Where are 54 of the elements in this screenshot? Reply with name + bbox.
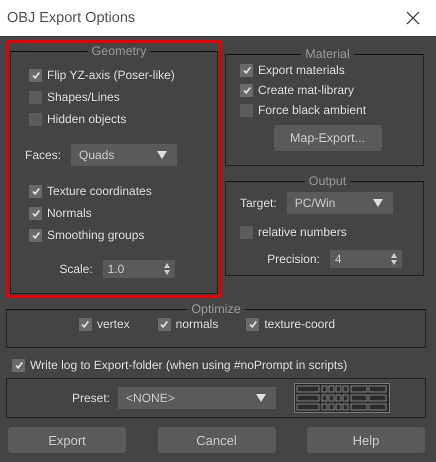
checkbox-label: relative numbers xyxy=(258,225,347,239)
dropdown[interactable]: <NONE> xyxy=(118,387,276,409)
checkbox-label: vertex xyxy=(96,317,130,331)
checkbox[interactable] xyxy=(240,64,253,76)
checkbox[interactable] xyxy=(158,318,171,330)
dialog-button[interactable]: Help xyxy=(307,427,425,453)
checkbox-label: Write log to Export-folder (when using #noPrompt in scripts) xyxy=(30,358,348,372)
group-title: Output xyxy=(308,174,348,188)
group-title: Geometry xyxy=(90,44,148,58)
spinner-field[interactable]: 1.0 xyxy=(102,260,175,278)
group-title: Optimize xyxy=(190,302,242,316)
checkbox[interactable] xyxy=(29,206,42,220)
checkbox-label: Create mat-library xyxy=(258,83,354,97)
field-label: Target: xyxy=(240,196,277,210)
dropdown[interactable]: Quads xyxy=(71,144,178,166)
caret-icon xyxy=(372,199,383,207)
checkbox[interactable] xyxy=(29,90,42,104)
checkbox[interactable] xyxy=(12,358,25,372)
checkbox[interactable] xyxy=(29,228,42,242)
checkbox-label: Hidden objects xyxy=(47,112,126,126)
checkbox-label: normals xyxy=(176,317,218,331)
field-label: Precision: xyxy=(267,252,320,266)
preset-grid-icon[interactable] xyxy=(294,383,390,413)
checkbox-label: Texture coordinates xyxy=(47,184,152,198)
caret-icon xyxy=(256,394,266,402)
checkbox[interactable] xyxy=(240,226,253,238)
caret-icon xyxy=(157,151,168,159)
field-label: Preset: xyxy=(72,391,110,405)
dialog-button[interactable]: Cancel xyxy=(158,427,276,453)
dropdown[interactable]: PC/Win xyxy=(286,192,393,214)
checkbox-label: Shapes/Lines xyxy=(47,90,120,104)
dialog-button[interactable]: Export xyxy=(8,427,126,453)
spinner-arrows-icon xyxy=(164,263,170,275)
window-title: OBJ Export Options xyxy=(7,10,136,26)
checkbox-label: Smoothing groups xyxy=(47,228,144,242)
checkbox-label: Normals xyxy=(47,206,92,220)
checkbox-label: Flip YZ-axis (Poser-like) xyxy=(47,68,175,82)
checkbox[interactable] xyxy=(29,184,42,198)
checkbox-label: Export materials xyxy=(258,63,345,77)
spinner-field[interactable]: 4 xyxy=(330,250,402,268)
checkbox[interactable] xyxy=(78,318,92,330)
checkbox[interactable] xyxy=(29,68,42,82)
field-label: Faces: xyxy=(25,148,62,162)
checkbox[interactable] xyxy=(29,112,42,126)
field-label: Scale: xyxy=(59,262,93,276)
group-title: Material xyxy=(304,47,351,61)
checkbox[interactable] xyxy=(246,318,260,330)
checkbox-label: Force black ambient xyxy=(258,103,366,117)
checkbox-label: texture-coord xyxy=(264,317,336,331)
checkbox[interactable] xyxy=(240,84,253,96)
close-icon[interactable] xyxy=(406,11,420,25)
map-export-button[interactable]: Map-Export... xyxy=(274,125,382,151)
checkbox[interactable] xyxy=(240,104,253,116)
spinner-arrows-icon xyxy=(390,253,397,265)
